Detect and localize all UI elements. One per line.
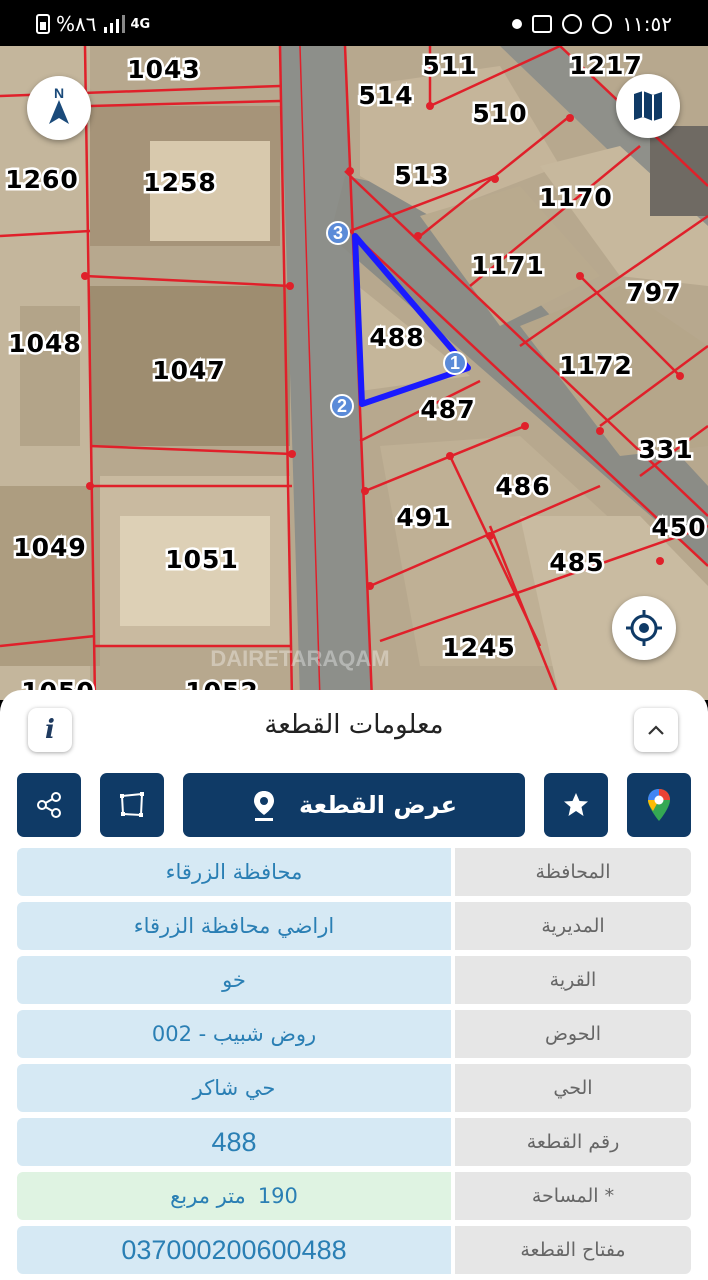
plot-label: 1043 (127, 55, 201, 84)
plot-number-label: رقم القطعة (455, 1118, 691, 1166)
area-unit: متر مربع (170, 1184, 246, 1208)
basin-value: روض شبيب - 002 (17, 1010, 451, 1058)
notification-dot-icon (512, 19, 523, 29)
battery-icon (36, 14, 50, 34)
status-right: ١١:٥٢ (512, 12, 672, 36)
village-row: خو القرية (17, 956, 691, 1004)
plot-info-table: محافظة الزرقاء المحافظة اراضي محافظة الز… (17, 848, 691, 1280)
plot-label: 1172 (559, 351, 633, 380)
north-button[interactable]: N (27, 76, 91, 140)
plot-label: 1051 (165, 545, 239, 574)
village-label: القرية (455, 956, 691, 1004)
plot-label: 450 (651, 513, 706, 542)
plot-label: 488 (369, 323, 424, 352)
plot-key-row: 037000200600488 مفتاح القطعة (17, 1226, 691, 1274)
governorate-row: محافظة الزرقاء المحافظة (17, 848, 691, 896)
plot-info-panel: i معلومات القطعة عرض القطعة محافظة الزرق… (0, 690, 708, 1280)
chevron-up-icon (648, 725, 664, 735)
network-type: 4G (130, 16, 151, 32)
plot-key-value: 037000200600488 (17, 1226, 451, 1274)
plot-label: 1260 (5, 165, 79, 194)
village-value: خو (17, 956, 451, 1004)
google-maps-icon (648, 789, 670, 821)
vertex-label: 2 (337, 396, 347, 416)
map-layers-button[interactable] (616, 74, 680, 138)
show-plot-label: عرض القطعة (299, 791, 457, 819)
star-icon (564, 793, 588, 816)
plot-number-value: 488 (17, 1118, 451, 1166)
plot-label: 511 (422, 51, 477, 80)
plot-label: 1258 (143, 168, 217, 197)
battery-text: %٨٦ (56, 12, 97, 36)
plot-label: 1171 (471, 251, 545, 280)
whatsapp-icon (592, 14, 613, 34)
directorate-value: اراضي محافظة الزرقاء (17, 902, 451, 950)
polygon-shape-icon (120, 792, 144, 817)
basin-row: روض شبيب - 002 الحوض (17, 1010, 691, 1058)
plot-label: 797 (626, 278, 681, 307)
plot-label: 1170 (539, 183, 613, 212)
area-value: متر مربع 190 (17, 1172, 451, 1220)
whatsapp-icon (562, 14, 583, 34)
directorate-row: اراضي محافظة الزرقاء المديرية (17, 902, 691, 950)
favorite-button[interactable] (544, 773, 608, 837)
vertex-label: 1 (450, 353, 460, 373)
plot-shape-button[interactable] (100, 773, 164, 837)
area-number: 190 (257, 1184, 298, 1208)
plot-label: 1049 (13, 533, 87, 562)
satellite-map[interactable]: 1 2 3 1043 511 1217 514 510 1260 1258 51… (0, 46, 708, 700)
share-icon (37, 792, 61, 818)
status-bar: %٨٦ 4G ١١:٥٢ (0, 0, 708, 46)
gallery-icon (532, 15, 553, 33)
map-canvas[interactable]: 1 2 3 1043 511 1217 514 510 1260 1258 51… (0, 46, 708, 700)
neighborhood-label: الحي (455, 1064, 691, 1112)
plot-key-label: مفتاح القطعة (455, 1226, 691, 1274)
panel-title: معلومات القطعة (264, 710, 444, 740)
plot-label: 1048 (8, 329, 82, 358)
status-left: %٨٦ 4G (36, 12, 150, 36)
map-layers-icon (634, 91, 662, 121)
show-plot-button[interactable]: عرض القطعة (183, 773, 525, 837)
plot-label: 491 (396, 503, 451, 532)
plot-label: 485 (549, 548, 604, 577)
map-watermark: DAIRETARAQAM (210, 646, 389, 671)
signal-icon (103, 15, 125, 33)
clock: ١١:٥٢ (622, 12, 672, 36)
plot-label: 331 (638, 435, 693, 464)
plot-number-row: 488 رقم القطعة (17, 1118, 691, 1166)
my-location-button[interactable] (612, 596, 676, 660)
neighborhood-value: حي شاكر (17, 1064, 451, 1112)
collapse-button[interactable] (634, 708, 678, 752)
vertex-label: 3 (333, 223, 343, 243)
plot-label: 486 (495, 472, 550, 501)
governorate-value: محافظة الزرقاء (17, 848, 451, 896)
plot-label: 514 (358, 81, 413, 110)
plot-label: 513 (394, 161, 449, 190)
governorate-label: المحافظة (455, 848, 691, 896)
google-maps-button[interactable] (627, 773, 691, 837)
plot-label: 1047 (152, 356, 226, 385)
basin-label: الحوض (455, 1010, 691, 1058)
neighborhood-row: حي شاكر الحي (17, 1064, 691, 1112)
area-label: المساحة * (455, 1172, 691, 1220)
share-button[interactable] (17, 773, 81, 837)
area-row: متر مربع 190 المساحة * (17, 1172, 691, 1220)
directorate-label: المديرية (455, 902, 691, 950)
plot-label: 510 (472, 99, 527, 128)
plot-label: 1245 (442, 633, 516, 662)
location-pin-icon (254, 791, 275, 821)
north-arrow-icon: N (49, 85, 69, 124)
my-location-icon (626, 610, 662, 646)
plot-label: 487 (420, 395, 475, 424)
svg-text:N: N (54, 85, 64, 101)
